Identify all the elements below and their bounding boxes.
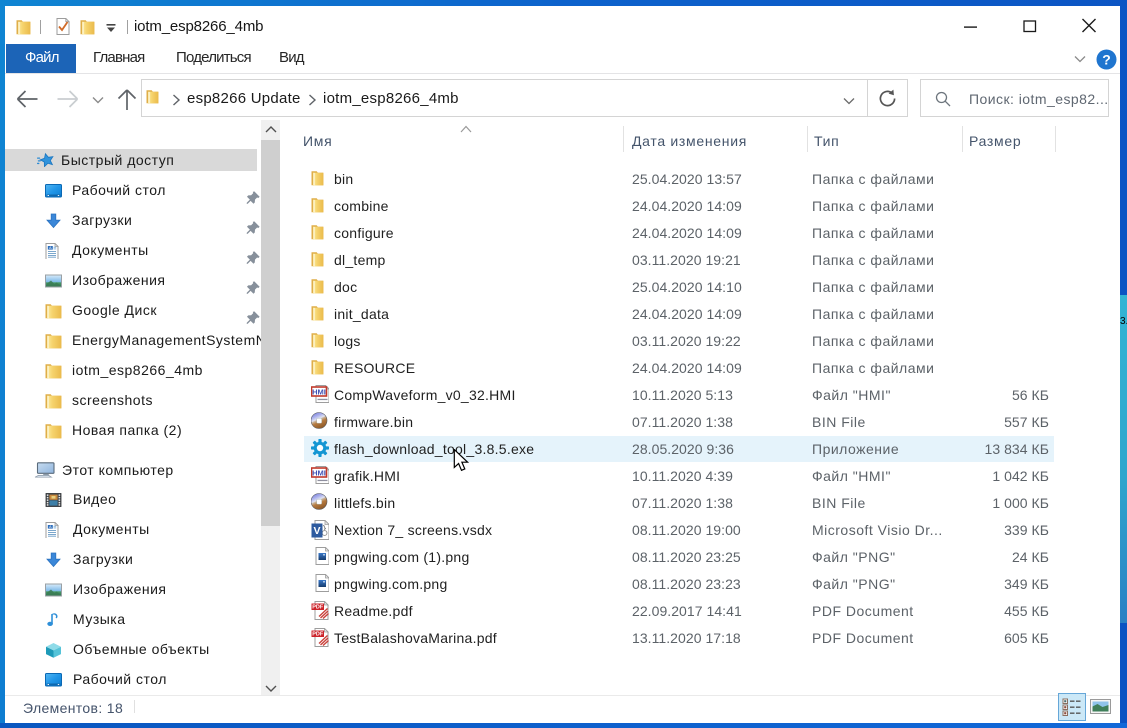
svg-text:?: ? [1102, 52, 1111, 68]
svg-text:HMI: HMI [312, 468, 326, 477]
svg-text:HMI: HMI [312, 387, 326, 396]
svg-text:V: V [313, 525, 320, 537]
svg-text:PDF: PDF [312, 605, 324, 611]
svg-text:PDF: PDF [312, 632, 324, 638]
